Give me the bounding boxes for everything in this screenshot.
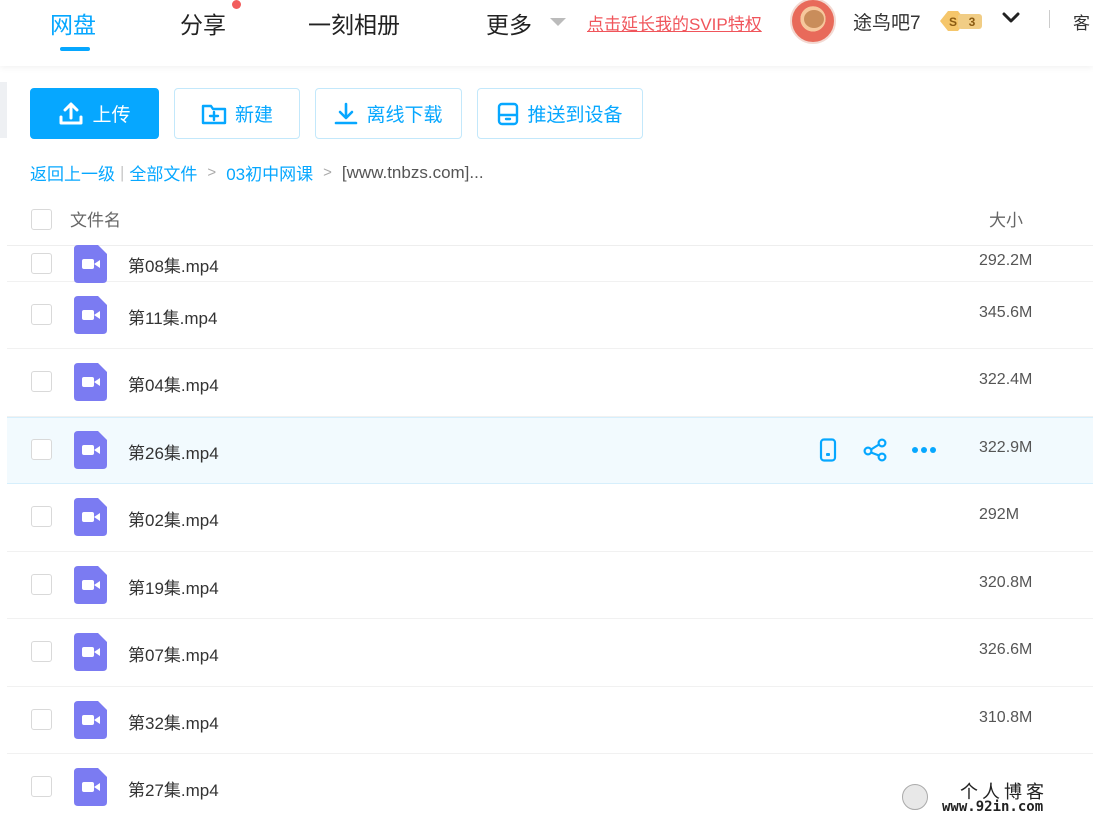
chevron-down-icon[interactable] xyxy=(1001,10,1021,26)
offline-download-button[interactable]: 离线下载 xyxy=(315,88,462,139)
nav-tab-album[interactable]: 一刻相册 xyxy=(308,6,400,40)
file-name[interactable]: 第27集.mp4 xyxy=(128,776,219,801)
video-file-icon xyxy=(74,700,107,739)
file-size: 345.6M xyxy=(979,303,1033,321)
breadcrumb-current: [www.tnbzs.com]... xyxy=(341,162,484,182)
file-list: 第08集.mp4 292.2M 第11集.mp4 345.6M 第04集.mp4 322.… xyxy=(7,245,1093,820)
breadcrumb-level1[interactable]: 03初中网课 xyxy=(226,160,313,185)
vip-level: 3 xyxy=(969,15,976,29)
video-file-icon xyxy=(74,768,107,807)
table-row[interactable]: 第02集.mp4 292M xyxy=(7,484,1093,552)
video-file-icon xyxy=(74,498,107,537)
row-checkbox[interactable] xyxy=(31,506,52,528)
row-checkbox[interactable] xyxy=(31,303,52,325)
video-file-icon xyxy=(74,295,107,334)
avatar-face xyxy=(804,10,824,28)
client-download-link[interactable]: 客 xyxy=(1073,9,1090,34)
file-name[interactable]: 第19集.mp4 xyxy=(128,574,219,599)
file-size: 322.9M xyxy=(979,439,1033,457)
file-name[interactable]: 第02集.mp4 xyxy=(128,506,219,531)
notification-dot xyxy=(232,0,241,9)
download-icon xyxy=(335,102,358,124)
caret-down-icon[interactable] xyxy=(550,18,566,26)
video-file-icon xyxy=(74,565,107,604)
file-name[interactable]: 第32集.mp4 xyxy=(128,709,219,734)
phone-icon[interactable] xyxy=(815,437,841,463)
push-to-device-label: 推送到设备 xyxy=(527,105,623,126)
row-actions xyxy=(815,437,937,463)
breadcrumb-back[interactable]: 返回上一级 xyxy=(30,160,115,185)
video-file-icon xyxy=(74,245,107,284)
upload-label: 上传 xyxy=(92,105,131,126)
video-file-icon xyxy=(74,633,107,672)
row-checkbox[interactable] xyxy=(31,776,52,798)
device-icon xyxy=(498,102,519,125)
column-header-size[interactable]: 大小 xyxy=(989,206,1023,231)
vip-level-badge: S 3 xyxy=(940,11,982,31)
svip-promo-link[interactable]: 点击延长我的SVIP特权 xyxy=(587,10,762,35)
file-name[interactable]: 第04集.mp4 xyxy=(128,371,219,396)
breadcrumb-divider: | xyxy=(120,162,125,182)
select-all-checkbox[interactable] xyxy=(31,209,52,230)
nav-tab-more[interactable]: 更多 xyxy=(486,6,532,40)
table-row[interactable]: 第19集.mp4 320.8M xyxy=(7,552,1093,619)
username[interactable]: 途鸟吧7 xyxy=(853,8,921,35)
table-row[interactable]: 第26集.mp4 322.9M xyxy=(7,416,1093,484)
divider xyxy=(1049,10,1050,28)
breadcrumb-separator: > xyxy=(207,164,217,181)
table-row[interactable]: 第11集.mp4 345.6M xyxy=(7,282,1093,349)
nav-tab-netdisk[interactable]: 网盘 xyxy=(50,6,96,40)
sidebar-edge xyxy=(0,82,7,138)
file-name[interactable]: 第07集.mp4 xyxy=(128,641,219,666)
offline-download-label: 离线下载 xyxy=(366,105,443,126)
avatar[interactable] xyxy=(790,0,836,44)
row-checkbox[interactable] xyxy=(31,641,52,663)
push-to-device-button[interactable]: 推送到设备 xyxy=(477,88,643,139)
table-row[interactable]: 第32集.mp4 310.8M xyxy=(7,687,1093,754)
new-folder-label: 新建 xyxy=(234,105,273,126)
table-row[interactable]: 第08集.mp4 292.2M xyxy=(7,230,1093,284)
file-name[interactable]: 第08集.mp4 xyxy=(128,252,219,277)
folder-plus-icon xyxy=(201,104,227,124)
row-checkbox[interactable] xyxy=(31,371,52,393)
file-size: 292M xyxy=(979,506,1020,524)
more-dots-icon[interactable] xyxy=(911,437,937,463)
file-size: 292.2M xyxy=(979,252,1033,270)
row-checkbox[interactable] xyxy=(31,439,52,461)
upload-button[interactable]: 上传 xyxy=(30,88,159,139)
top-nav-bar: 网盘 分享 一刻相册 更多 点击延长我的SVIP特权 途鸟吧7 S 3 客 xyxy=(0,0,1093,66)
file-name[interactable]: 第11集.mp4 xyxy=(128,304,217,329)
table-row[interactable]: 第07集.mp4 326.6M xyxy=(7,619,1093,687)
new-folder-button[interactable]: 新建 xyxy=(174,88,300,139)
vip-prefix: S xyxy=(949,15,957,29)
row-checkbox[interactable] xyxy=(31,708,52,730)
breadcrumb-root[interactable]: 全部文件 xyxy=(129,160,197,185)
row-checkbox[interactable] xyxy=(31,573,52,595)
watermark-url: www.92in.com xyxy=(942,799,1044,815)
active-tab-indicator xyxy=(60,47,90,51)
video-file-icon xyxy=(74,363,107,402)
watermark: 个人博客 www.92in.com xyxy=(900,778,1090,818)
breadcrumb-separator: > xyxy=(323,164,332,181)
upload-icon xyxy=(59,102,83,124)
file-size: 322.4M xyxy=(979,371,1033,389)
file-size: 310.8M xyxy=(979,708,1033,726)
table-row[interactable]: 第04集.mp4 322.4M xyxy=(7,349,1093,417)
breadcrumb: 返回上一级 | 全部文件 > 03初中网课 > [www.tnbzs.com].… xyxy=(30,160,484,185)
column-header-name[interactable]: 文件名 xyxy=(70,206,121,231)
file-size: 326.6M xyxy=(979,641,1033,659)
share-icon[interactable] xyxy=(863,437,889,463)
file-name[interactable]: 第26集.mp4 xyxy=(128,439,219,464)
file-size: 320.8M xyxy=(979,573,1033,591)
video-file-icon xyxy=(74,431,107,470)
row-checkbox[interactable] xyxy=(31,253,52,275)
watermark-avatar xyxy=(902,784,928,810)
nav-tab-share[interactable]: 分享 xyxy=(180,6,226,40)
